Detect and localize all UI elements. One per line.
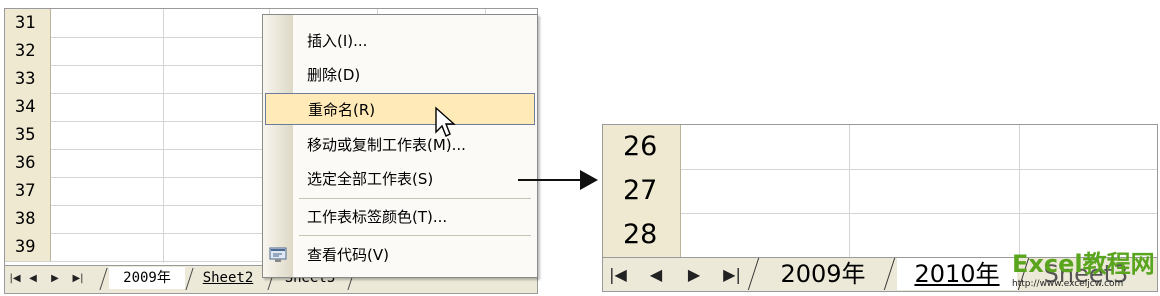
tab-label: 2009年	[780, 260, 866, 288]
menu-item-view-code[interactable]: 查看代码(V)	[263, 239, 533, 271]
tab-2010[interactable]: 2010年	[897, 258, 1017, 290]
column-gridline	[163, 9, 164, 263]
menu-item-label: 插入(I)...	[307, 32, 368, 50]
first-sheet-button[interactable]: |◀	[607, 264, 629, 286]
table-row: 27	[603, 169, 1157, 214]
sheet-context-menu: 插入(I)... 删除(D) 重命名(R) 移动或复制工作表(M)... 选定全…	[262, 14, 538, 278]
row-header[interactable]: 27	[603, 169, 681, 213]
row-header[interactable]: 38	[5, 205, 51, 233]
transition-arrow-line	[518, 179, 582, 181]
tab-divider	[99, 268, 108, 290]
row-header[interactable]: 39	[5, 233, 51, 261]
row-header[interactable]: 37	[5, 177, 51, 205]
menu-item-label: 查看代码(V)	[307, 246, 389, 264]
row-header[interactable]: 34	[5, 93, 51, 121]
next-sheet-button[interactable]: ▶	[683, 264, 705, 286]
row-header[interactable]: 35	[5, 121, 51, 149]
menu-item-label: 选定全部工作表(S)	[307, 170, 434, 188]
tab-2009[interactable]: 2009年	[109, 267, 185, 289]
tab-label: 2010年	[914, 260, 1000, 288]
menu-item-move-copy[interactable]: 移动或复制工作表(M)...	[263, 129, 533, 161]
tab-divider	[747, 258, 760, 290]
tab-label: Sheet2	[202, 270, 254, 286]
last-sheet-button[interactable]: ▶|	[71, 271, 85, 287]
column-gridline	[1019, 125, 1020, 257]
watermark-url: http://www.exceljcw.com	[1012, 279, 1124, 289]
table-row: 26	[603, 125, 1157, 170]
tab-sheet2[interactable]: Sheet2	[195, 267, 261, 289]
row-header[interactable]: 32	[5, 37, 51, 65]
next-sheet-button[interactable]: ▶	[48, 271, 62, 287]
tab-label: 2009年	[123, 270, 171, 286]
menu-separator	[299, 235, 531, 236]
first-sheet-button[interactable]: |◀	[8, 271, 22, 287]
tab-divider	[883, 258, 896, 290]
watermark-logo: Excel教程网 http://www.exceljcw.com	[1012, 250, 1158, 294]
transition-arrow-head	[580, 170, 598, 190]
row-header[interactable]: 26	[603, 125, 681, 169]
mouse-cursor-icon	[435, 106, 456, 137]
menu-item-delete[interactable]: 删除(D)	[263, 59, 533, 91]
prev-sheet-button[interactable]: ◀	[645, 264, 667, 286]
row-header[interactable]: 31	[5, 9, 51, 37]
menu-item-select-all-sheets[interactable]: 选定全部工作表(S)	[263, 163, 533, 195]
row-header[interactable]: 33	[5, 65, 51, 93]
prev-sheet-button[interactable]: ◀	[26, 271, 40, 287]
row-header[interactable]: 36	[5, 149, 51, 177]
last-sheet-button[interactable]: ▶|	[721, 264, 743, 286]
menu-item-label: 工作表标签颜色(T)...	[307, 208, 448, 226]
tab-divider	[185, 268, 194, 290]
menu-item-insert[interactable]: 插入(I)...	[263, 25, 533, 57]
menu-item-label: 删除(D)	[307, 66, 361, 84]
row-header[interactable]: 28	[603, 213, 681, 257]
menu-item-rename[interactable]: 重命名(R)	[265, 93, 535, 125]
tab-2009[interactable]: 2009年	[761, 258, 885, 290]
menu-item-label: 重命名(R)	[308, 101, 376, 119]
view-code-icon	[269, 247, 287, 262]
menu-item-tab-color[interactable]: 工作表标签颜色(T)...	[263, 201, 533, 233]
column-gridline	[849, 125, 850, 257]
watermark-brand: Excel教程网	[1012, 250, 1155, 278]
menu-separator	[299, 198, 531, 199]
